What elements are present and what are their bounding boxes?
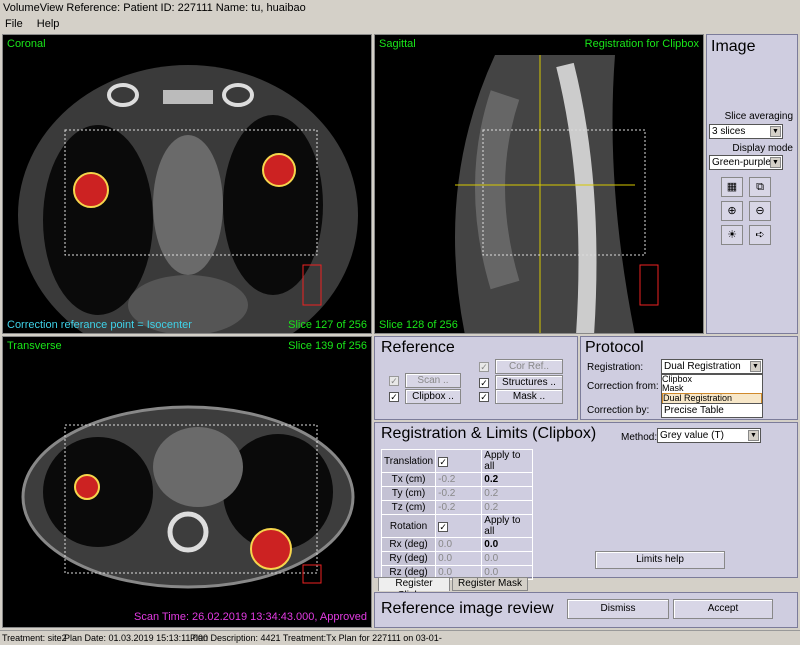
brightness-icon[interactable]: ☀ — [721, 225, 743, 245]
accept-button[interactable]: Accept — [673, 599, 773, 619]
review-title: Reference image review — [381, 600, 554, 617]
table-row: Ry (deg) 0.0 0.0 — [380, 551, 533, 566]
slice-averaging-value: 3 slices — [712, 126, 746, 137]
registration-panel: Registration & Limits (Clipbox) Method: … — [374, 422, 798, 580]
dropdown-option-mask[interactable]: Mask — [662, 384, 762, 393]
coronal-correction-text: Correction referance point = Isocenter — [7, 319, 192, 331]
display-mode-value: Green-purple — [712, 157, 771, 168]
method-value: Grey value (T) — [660, 430, 724, 441]
transverse-label: Transverse — [7, 340, 62, 352]
table-row: Tx (cm) -0.2 0.2 — [380, 472, 533, 487]
dismiss-button[interactable]: Dismiss — [567, 599, 669, 619]
registration-select[interactable]: Dual Registration ▼ — [661, 359, 763, 374]
zoom-out-icon[interactable]: ⊖ — [749, 201, 771, 221]
protocol-panel: Protocol Registration: Dual Registration… — [580, 336, 798, 420]
display-mode-label: Display mode — [732, 143, 793, 154]
review-panel: Reference image review Dismiss Accept — [374, 592, 798, 628]
display-mode-select[interactable]: Green-purple ▼ — [709, 155, 783, 170]
chevron-down-icon: ▼ — [770, 126, 781, 137]
correction-by-select[interactable]: Precise Table — [661, 403, 763, 418]
pan-icon[interactable]: ➪ — [749, 225, 771, 245]
sagittal-image — [375, 35, 703, 333]
table-row: Ty (cm) -0.2 0.2 — [380, 486, 533, 501]
sagittal-label: Sagittal — [379, 38, 416, 50]
correction-by-label: Correction by: — [587, 405, 650, 416]
zoom-in-icon[interactable]: ⊕ — [721, 201, 743, 221]
window-title: VolumeView Reference: Patient ID: 227111… — [0, 0, 800, 16]
coronal-label: Coronal — [7, 38, 46, 50]
slice-averaging-select[interactable]: 3 slices ▼ — [709, 124, 783, 139]
registration-label: Registration: — [587, 362, 644, 373]
translation-apply-all-checkbox[interactable]: ✓ — [438, 456, 449, 467]
registration-value: Dual Registration — [664, 361, 741, 372]
structures-checkbox[interactable]: ✓ — [479, 378, 489, 388]
method-select[interactable]: Grey value (T) ▼ — [657, 428, 761, 443]
transverse-slice: Slice 139 of 256 — [288, 340, 367, 352]
overlay-toggle-icon[interactable]: ▦ — [721, 177, 743, 197]
protocol-title: Protocol — [585, 339, 644, 356]
reference-title: Reference — [381, 339, 455, 356]
sagittal-registration-text: Registration for Clipbox — [584, 38, 699, 50]
registration-dropdown[interactable]: Clipbox Mask Dual Registration — [661, 374, 763, 405]
table-row: Rotation ✓ Apply to all — [380, 514, 533, 538]
clipbox-button[interactable]: Clipbox .. — [405, 389, 461, 404]
correction-from-label: Correction from: — [587, 381, 659, 392]
menu-bar: File Help — [0, 16, 800, 32]
coronal-view[interactable]: Coronal Correction referance point = Iso… — [2, 34, 372, 334]
coronal-image — [3, 35, 371, 333]
reference-panel: Reference ✓ Scan .. ✓ Clipbox .. ✓ Cor R… — [374, 336, 578, 420]
limits-help-button[interactable]: Limits help — [595, 551, 725, 569]
image-panel: Image Slice averaging 3 slices ▼ Display… — [706, 34, 798, 334]
status-bar: Treatment: site2 Plan Date: 01.03.2019 1… — [0, 630, 800, 645]
slice-averaging-label: Slice averaging — [724, 111, 793, 122]
correction-by-value: Precise Table — [664, 405, 724, 416]
structures-button[interactable]: Structures .. — [495, 375, 563, 390]
mask-checkbox[interactable]: ✓ — [479, 392, 489, 402]
clipbox-checkbox[interactable]: ✓ — [389, 392, 399, 402]
transverse-view[interactable]: Transverse Slice 139 of 256 Scan Time: 2… — [2, 336, 372, 628]
chevron-down-icon: ▼ — [748, 430, 759, 441]
status-treatment: Treatment: site2 — [2, 633, 67, 643]
scan-time: Scan Time: 26.02.2019 13:34:43.000, Appr… — [133, 611, 367, 623]
cor-ref-checkbox[interactable]: ✓ — [479, 362, 489, 372]
table-row: Translation ✓ Apply to all — [380, 449, 533, 473]
sagittal-view[interactable]: Sagittal Registration for Clipbox Slice … — [374, 34, 704, 334]
coronal-slice: Slice 127 of 256 — [288, 319, 367, 331]
rotation-apply-all-checkbox[interactable]: ✓ — [438, 521, 449, 532]
status-plan-description: Plan Description: 4421 Treatment:Tx Plan… — [190, 633, 442, 643]
image-panel-title: Image — [711, 38, 756, 55]
transverse-image — [3, 337, 371, 627]
tab-register-mask[interactable]: Register Mask — [452, 577, 528, 591]
tab-register-clipbox[interactable]: Register Clipbox — [378, 577, 450, 601]
limits-table: Translation ✓ Apply to all Tx (cm) -0.2 0.2 … — [380, 449, 533, 580]
chevron-down-icon: ▼ — [750, 361, 761, 372]
scan-button[interactable]: Scan .. — [405, 373, 461, 388]
status-plan-date: Plan Date: 01.03.2019 15:13:11.000 — [64, 633, 208, 643]
sagittal-slice: Slice 128 of 256 — [379, 319, 458, 331]
menu-file[interactable]: File — [5, 18, 23, 30]
table-row: Rx (deg) 0.0 0.0 — [380, 537, 533, 552]
mask-button[interactable]: Mask .. — [495, 389, 563, 404]
cor-ref-button[interactable]: Cor Ref.. — [495, 359, 563, 374]
table-row: Tz (cm) -0.2 0.2 — [380, 500, 533, 515]
method-label: Method: — [621, 432, 658, 443]
scan-checkbox[interactable]: ✓ — [389, 376, 399, 386]
chevron-down-icon: ▼ — [770, 157, 781, 168]
layout-toggle-icon[interactable]: ⧉ — [749, 177, 771, 197]
registration-title: Registration & Limits (Clipbox) — [381, 425, 597, 442]
menu-help[interactable]: Help — [37, 18, 60, 30]
